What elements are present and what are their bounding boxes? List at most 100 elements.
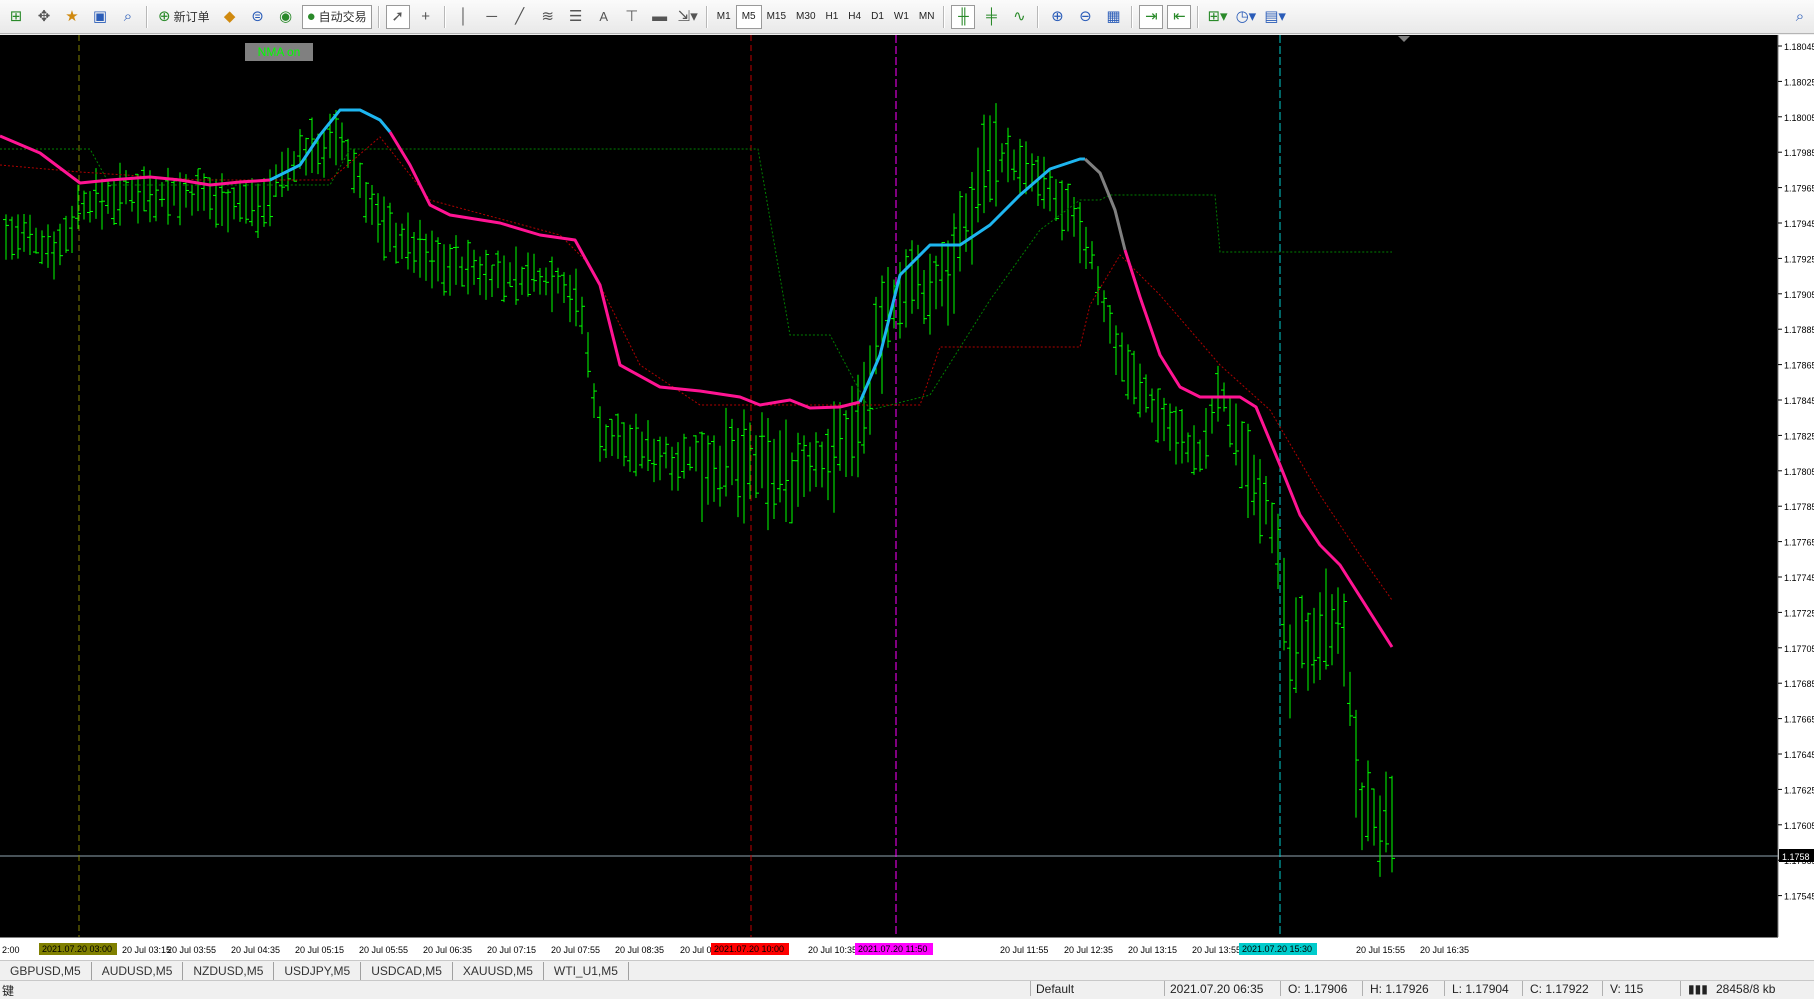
bar-chart-icon: ╫ (958, 8, 969, 25)
auto-trading-icon: ● (306, 8, 316, 25)
symbol-tab[interactable]: WTI_U1,M5 (544, 962, 629, 980)
timeframe-h4[interactable]: H4 (843, 6, 866, 28)
text-label-button[interactable]: ⊤ (620, 5, 644, 29)
timeframe-h1[interactable]: H1 (821, 6, 844, 28)
candlestick-button[interactable]: ╪ (979, 5, 1003, 29)
timeframe-mn[interactable]: MN (914, 6, 940, 28)
horizontal-line-icon: ─ (486, 8, 497, 25)
cursor-button[interactable]: ➚ (385, 4, 410, 29)
candlestick-icon: ╪ (986, 8, 997, 25)
symbol-tab[interactable]: AUDUSD,M5 (92, 962, 184, 980)
bar-chart-button[interactable]: ╫ (951, 4, 976, 29)
zoom-out-icon: ⊖ (1079, 8, 1092, 25)
favorites-button[interactable]: ★ (60, 5, 84, 29)
auto-trading-button[interactable]: ● 自动交易 (301, 4, 372, 29)
symbol-tab[interactable]: USDJPY,M5 (274, 962, 362, 980)
vertical-line-button[interactable]: │ (452, 5, 476, 29)
time-axis-label: 20 Jul 03:55 (167, 945, 216, 955)
status-separator (1280, 981, 1281, 996)
price-axis-label: 1.17625 (1784, 785, 1814, 795)
toolbar-separator (1131, 5, 1134, 28)
symbol-tab[interactable]: GBPUSD,M5 (0, 962, 92, 980)
nma-line-down (0, 134, 271, 187)
line-chart-button[interactable]: ∿ (1007, 5, 1031, 29)
autoscroll-button[interactable]: ⇤ (1167, 4, 1192, 29)
lower-band-line (0, 136, 1393, 601)
vertical-line-icon: │ (458, 8, 469, 25)
profiles-button[interactable]: ✥ (32, 5, 56, 29)
symbol-tab[interactable]: NZDUSD,M5 (183, 962, 275, 980)
channel-button[interactable]: ☰ (564, 5, 588, 29)
toolbar-separator (943, 5, 946, 28)
indicators-dropdown[interactable]: ⊞▾ (1205, 5, 1229, 29)
tile-windows-button[interactable]: ▦ (1101, 5, 1125, 29)
status-separator (1680, 981, 1681, 996)
price-axis-label: 1.17605 (1784, 821, 1814, 831)
trendline-button[interactable]: ╱ (508, 5, 532, 29)
price-axis-label: 1.17785 (1784, 502, 1814, 512)
chart-shift-marker (1398, 36, 1410, 42)
time-axis-label: 20 Jul 07:55 (551, 945, 600, 955)
fibonacci-button[interactable]: ≋ (536, 5, 560, 29)
session-marker-label: 2021.07.20 15:30 (1242, 944, 1312, 954)
upper-band-line (0, 148, 1392, 411)
new-chart-icon: ⊞ (9, 8, 23, 25)
price-axis-label: 1.17805 (1784, 467, 1814, 477)
timeframe-w1[interactable]: W1 (889, 6, 914, 28)
status-separator (1522, 981, 1523, 996)
nma-indicator-badge: NMA on (245, 43, 313, 61)
zoom-in-button[interactable]: ⊕ (1045, 5, 1069, 29)
toolbar-separator (377, 5, 380, 28)
rectangle-button[interactable]: ▬ (648, 5, 672, 29)
price-axis-label: 1.17825 (1784, 431, 1814, 441)
session-marker-label: 2021.07.20 10:00 (714, 944, 784, 954)
status-low: L: 1.17904 (1452, 982, 1509, 996)
text-button[interactable]: A (592, 5, 616, 29)
price-chart[interactable]: 1.18045 1.18025 1.18005 1.17985 1.17965 1.179… (0, 35, 1814, 960)
strategy-tester-button[interactable]: ⌕ (116, 5, 140, 29)
symbol-tab[interactable]: USDCAD,M5 (361, 962, 453, 980)
timeframe-m30[interactable]: M30 (791, 6, 820, 28)
timeframe-d1[interactable]: D1 (866, 6, 889, 28)
price-axis-label: 1.17925 (1784, 254, 1814, 264)
indicators-icon: ⊞▾ (1207, 8, 1228, 25)
periods-dropdown[interactable]: ◷▾ (1234, 5, 1259, 29)
crosshair-button[interactable]: + (414, 5, 438, 29)
horizontal-line-button[interactable]: ─ (480, 5, 504, 29)
metaeditor-icon: ◆ (223, 8, 236, 25)
price-axis-label: 1.17985 (1784, 148, 1814, 158)
chart-shift-button[interactable]: ⇥ (1139, 4, 1164, 29)
price-axis-label: 1.17665 (1784, 715, 1814, 725)
price-axis-label: 1.17965 (1784, 184, 1814, 194)
metaeditor-button[interactable]: ◆ (218, 5, 242, 29)
price-axis-label: 1.18005 (1784, 113, 1814, 123)
zoom-out-button[interactable]: ⊖ (1073, 5, 1097, 29)
channel-icon: ☰ (568, 8, 583, 25)
price-axis-label: 1.17905 (1784, 290, 1814, 300)
status-separator (1362, 981, 1363, 996)
timeframe-m5[interactable]: M5 (735, 4, 762, 29)
new-order-button[interactable]: ⊕ 新订单 (154, 5, 214, 29)
status-separator (1030, 981, 1031, 996)
new-chart-button[interactable]: ⊞ (4, 5, 28, 29)
price-axis-label: 1.18045 (1784, 42, 1814, 52)
arrows-dropdown[interactable]: ⇲▾ (676, 5, 700, 29)
current-price-label: 1.1758 (1782, 852, 1810, 862)
chart-canvas[interactable]: 1.18045 1.18025 1.18005 1.17985 1.17965 1.179… (0, 35, 1814, 960)
new-order-icon: ⊕ (158, 8, 171, 25)
time-axis-label: 20 Jul 03:15 (122, 945, 171, 955)
navigator-button[interactable]: ▣ (88, 5, 112, 29)
terminal-button[interactable]: ⊜ (246, 5, 270, 29)
templates-dropdown[interactable]: ▤▾ (1262, 5, 1288, 29)
symbol-tab[interactable]: XAUUSD,M5 (453, 962, 544, 980)
timeframe-m15[interactable]: M15 (762, 6, 791, 28)
profiles-icon: ✥ (37, 8, 51, 25)
time-axis-label: 20 Jul 12:35 (1064, 945, 1113, 955)
line-chart-icon: ∿ (1013, 8, 1026, 25)
search-button[interactable]: ⌕ (1788, 5, 1812, 29)
price-axis-label: 1.17845 (1784, 396, 1814, 406)
timeframe-m1[interactable]: M1 (712, 6, 736, 28)
status-separator (1444, 981, 1445, 996)
signals-button[interactable]: ◉ (274, 5, 298, 29)
text-label-icon: ⊤ (625, 8, 639, 25)
